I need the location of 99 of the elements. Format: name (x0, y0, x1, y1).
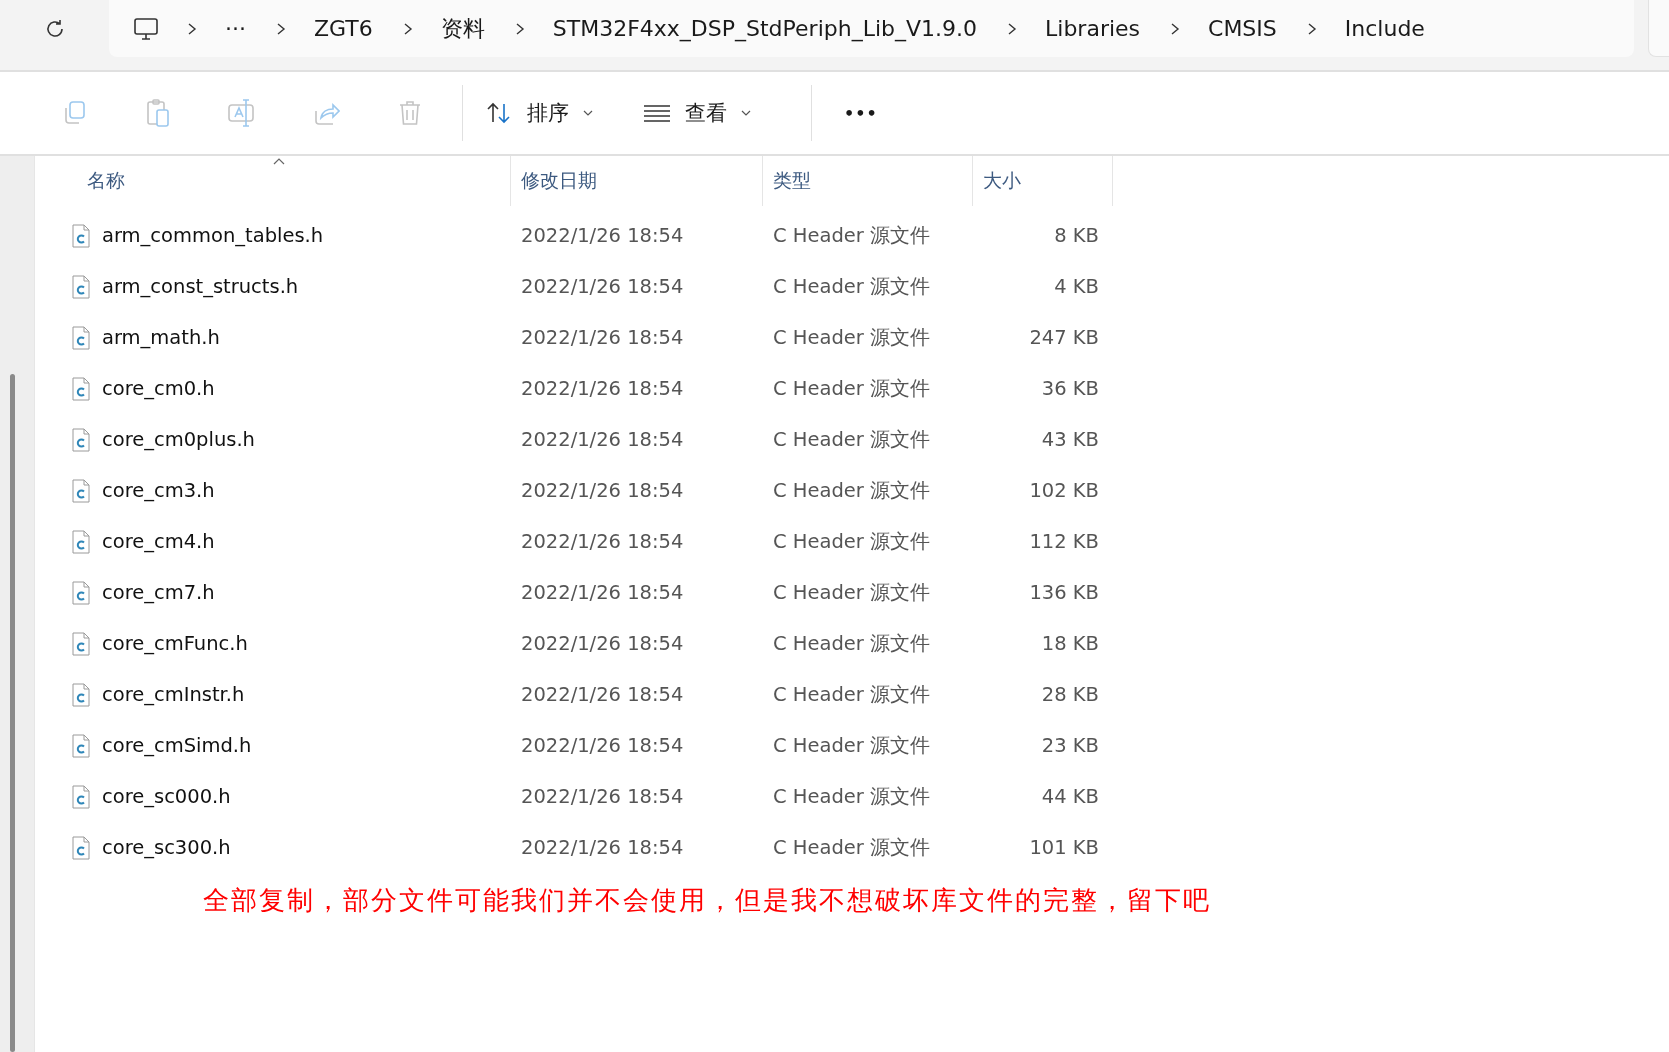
c-file-icon (72, 427, 90, 452)
file-size: 8 KB (1053, 224, 1099, 247)
search-box[interactable] (1648, 0, 1669, 57)
c-file-icon (72, 631, 90, 656)
breadcrumb-overflow[interactable]: ··· (225, 16, 246, 41)
chevron-right-icon (187, 21, 197, 36)
modified-date: 2022/1/26 18:54 (520, 224, 685, 247)
modified-date: 2022/1/26 18:54 (520, 428, 685, 451)
file-size: 136 KB (1028, 581, 1099, 604)
breadcrumb-item[interactable]: ZGT6 (314, 16, 373, 41)
file-size: 247 KB (1028, 326, 1099, 349)
chevron-right-icon (514, 21, 525, 36)
scrollbar-thumb[interactable] (10, 374, 15, 1052)
c-file-icon (72, 784, 90, 809)
sort-button[interactable]: 排序 (485, 99, 593, 127)
modified-date: 2022/1/26 18:54 (520, 275, 685, 298)
file-type: C Header 源文件 (772, 427, 931, 453)
chevron-right-icon (1306, 21, 1317, 36)
modified-date: 2022/1/26 18:54 (520, 326, 685, 349)
more-button[interactable]: ••• (834, 93, 888, 133)
file-name[interactable]: core_cm0.h (102, 377, 215, 400)
modified-date: 2022/1/26 18:54 (520, 785, 685, 808)
c-file-icon (72, 682, 90, 707)
file-name[interactable]: arm_math.h (102, 326, 220, 349)
file-type: C Header 源文件 (772, 835, 931, 861)
column-header[interactable]: 类型 (763, 156, 973, 206)
modified-date: 2022/1/26 18:54 (520, 479, 685, 502)
file-name[interactable]: core_cm3.h (102, 479, 215, 502)
c-file-icon (72, 580, 90, 605)
monitor-icon (133, 16, 159, 41)
file-size: 28 KB (1040, 683, 1099, 706)
c-file-icon (72, 478, 90, 503)
breadcrumb-item[interactable]: 资料 (440, 13, 485, 44)
lines-icon (643, 103, 671, 123)
column-header[interactable]: 名称 (35, 156, 511, 206)
file-type: C Header 源文件 (772, 376, 931, 402)
c-file-icon (72, 529, 90, 554)
file-type: C Header 源文件 (772, 631, 931, 657)
sort-caret-icon (272, 158, 285, 165)
c-file-icon (72, 223, 90, 248)
modified-date: 2022/1/26 18:54 (520, 530, 685, 553)
file-type: C Header 源文件 (772, 580, 931, 606)
c-file-icon (72, 274, 90, 299)
file-type: C Header 源文件 (772, 274, 931, 300)
c-file-icon (72, 733, 90, 758)
file-name[interactable]: core_sc000.h (102, 785, 231, 808)
file-name[interactable]: core_cm4.h (102, 530, 215, 553)
chevron-right-icon (276, 21, 286, 36)
modified-date: 2022/1/26 18:54 (520, 734, 685, 757)
file-name[interactable]: core_cm0plus.h (102, 428, 255, 451)
chevron-down-icon (741, 109, 751, 117)
breadcrumb-item[interactable]: CMSIS (1208, 16, 1277, 41)
clipboard-icon (144, 98, 172, 128)
file-type: C Header 源文件 (772, 733, 931, 759)
file-type: C Header 源文件 (772, 478, 931, 504)
file-name[interactable]: arm_const_structs.h (102, 275, 299, 298)
chevron-right-icon (1007, 21, 1017, 36)
file-size: 18 KB (1040, 632, 1099, 655)
annotation-text: 全部复制，部分文件可能我们并不会使用，但是我不想破坏库文件的完整，留下吧 (203, 884, 1212, 917)
modified-date: 2022/1/26 18:54 (520, 836, 685, 859)
file-type: C Header 源文件 (772, 529, 931, 555)
file-name[interactable]: core_cmSimd.h (102, 734, 252, 757)
column-header[interactable]: 修改日期 (511, 156, 763, 206)
file-size: 112 KB (1028, 530, 1099, 553)
file-size: 101 KB (1028, 836, 1099, 859)
file-size: 36 KB (1040, 377, 1099, 400)
file-size: 43 KB (1040, 428, 1099, 451)
file-name[interactable]: core_cmInstr.h (102, 683, 245, 706)
c-file-icon (72, 835, 90, 860)
file-type: C Header 源文件 (772, 223, 931, 249)
file-type: C Header 源文件 (772, 682, 931, 708)
c-file-icon (72, 325, 90, 350)
chevron-right-icon (402, 21, 413, 36)
file-size: 102 KB (1028, 479, 1099, 502)
chevron-right-icon (1170, 21, 1181, 36)
file-type: C Header 源文件 (772, 784, 931, 810)
breadcrumb-item[interactable]: STM32F4xx_DSP_StdPeriph_Lib_V1.9.0 (552, 16, 977, 41)
refresh-icon (44, 18, 66, 40)
chevron-down-icon (583, 109, 593, 117)
modified-date: 2022/1/26 18:54 (520, 581, 685, 604)
file-size: 44 KB (1040, 785, 1099, 808)
modified-date: 2022/1/26 18:54 (520, 632, 685, 655)
column-header[interactable]: 大小 (973, 156, 1113, 206)
file-name[interactable]: arm_common_tables.h (102, 224, 324, 247)
file-name[interactable]: core_cm7.h (102, 581, 215, 604)
sort-arrows-icon (485, 100, 513, 126)
trash-icon (397, 99, 423, 127)
file-name[interactable]: core_sc300.h (102, 836, 231, 859)
modified-date: 2022/1/26 18:54 (520, 683, 685, 706)
file-type: C Header 源文件 (772, 325, 931, 351)
view-button[interactable]: 查看 (643, 99, 751, 127)
breadcrumb-item[interactable]: Include (1344, 16, 1425, 41)
file-size: 4 KB (1053, 275, 1099, 298)
rename-icon (227, 98, 257, 128)
file-size: 23 KB (1040, 734, 1099, 757)
modified-date: 2022/1/26 18:54 (520, 377, 685, 400)
c-file-icon (72, 376, 90, 401)
file-name[interactable]: core_cmFunc.h (102, 632, 248, 655)
breadcrumb-item[interactable]: Libraries (1045, 16, 1141, 41)
